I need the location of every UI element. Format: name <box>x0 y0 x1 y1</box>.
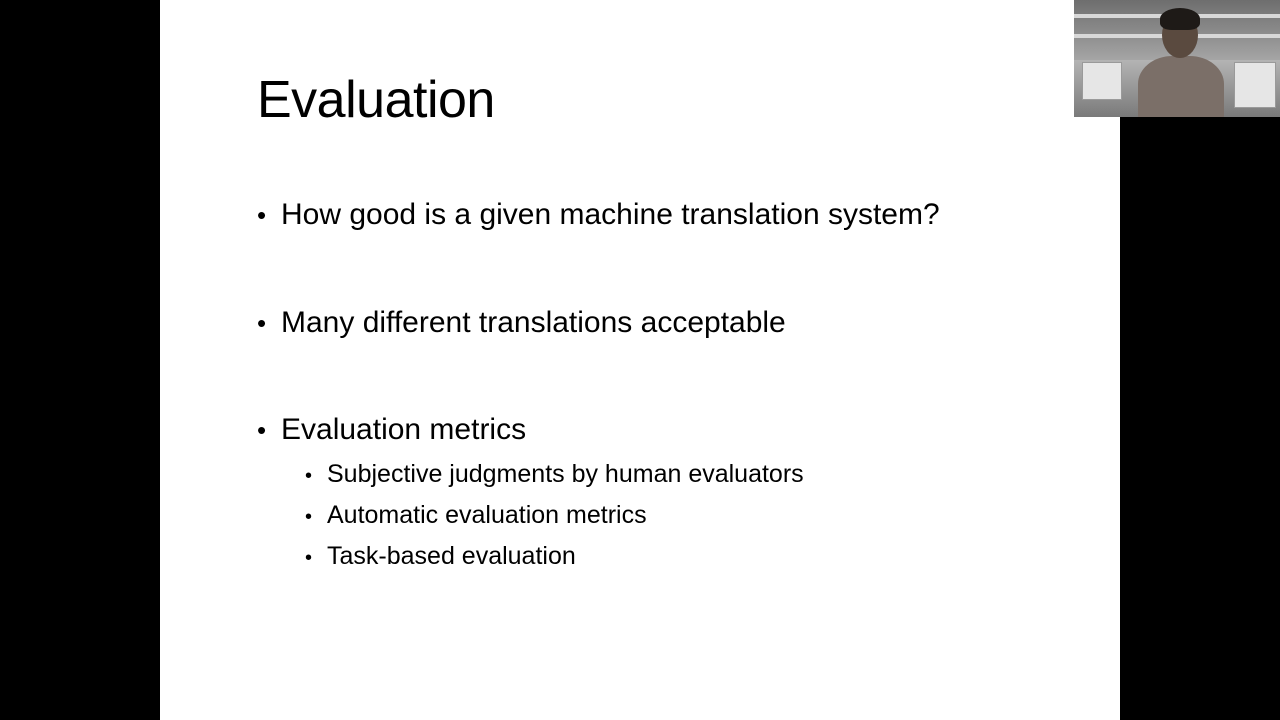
webcam-wall-panel <box>1082 62 1122 100</box>
sub-bullet-item: • Subjective judgments by human evaluator… <box>305 459 804 491</box>
slide: Evaluation • How good is a given machine … <box>160 0 1120 720</box>
bullet-dot-icon: • <box>257 415 267 445</box>
sub-bullet-text: Automatic evaluation metrics <box>327 501 647 529</box>
bullet-dot-icon: • <box>257 308 267 338</box>
bullet-dot-icon: • <box>305 547 313 569</box>
presentation-screen: Evaluation • How good is a given machine … <box>0 0 1280 720</box>
sub-bullet-text: Subjective judgments by human evaluators <box>327 460 804 488</box>
presenter-webcam-thumbnail <box>1074 0 1280 117</box>
presenter-hair <box>1160 8 1200 30</box>
presenter-body <box>1138 56 1224 117</box>
bullet-list: • How good is a given machine translation… <box>257 0 1097 720</box>
bullet-text: How good is a given machine translation … <box>281 198 940 231</box>
sub-bullet-text: Task-based evaluation <box>327 542 576 570</box>
bullet-dot-icon: • <box>305 465 313 487</box>
bullet-text: Evaluation metrics <box>281 413 527 446</box>
sub-bullet-item: • Automatic evaluation metrics <box>305 500 647 532</box>
bullet-item: • Evaluation metrics <box>257 412 526 448</box>
sub-bullet-item: • Task-based evaluation <box>305 541 576 573</box>
bullet-text: Many different translations acceptable <box>281 306 786 339</box>
bullet-item: • How good is a given machine translation… <box>257 197 940 233</box>
bullet-item: • Many different translations acceptable <box>257 305 786 341</box>
webcam-wall-panel <box>1234 62 1276 108</box>
bullet-dot-icon: • <box>257 200 267 230</box>
bullet-dot-icon: • <box>305 506 313 528</box>
